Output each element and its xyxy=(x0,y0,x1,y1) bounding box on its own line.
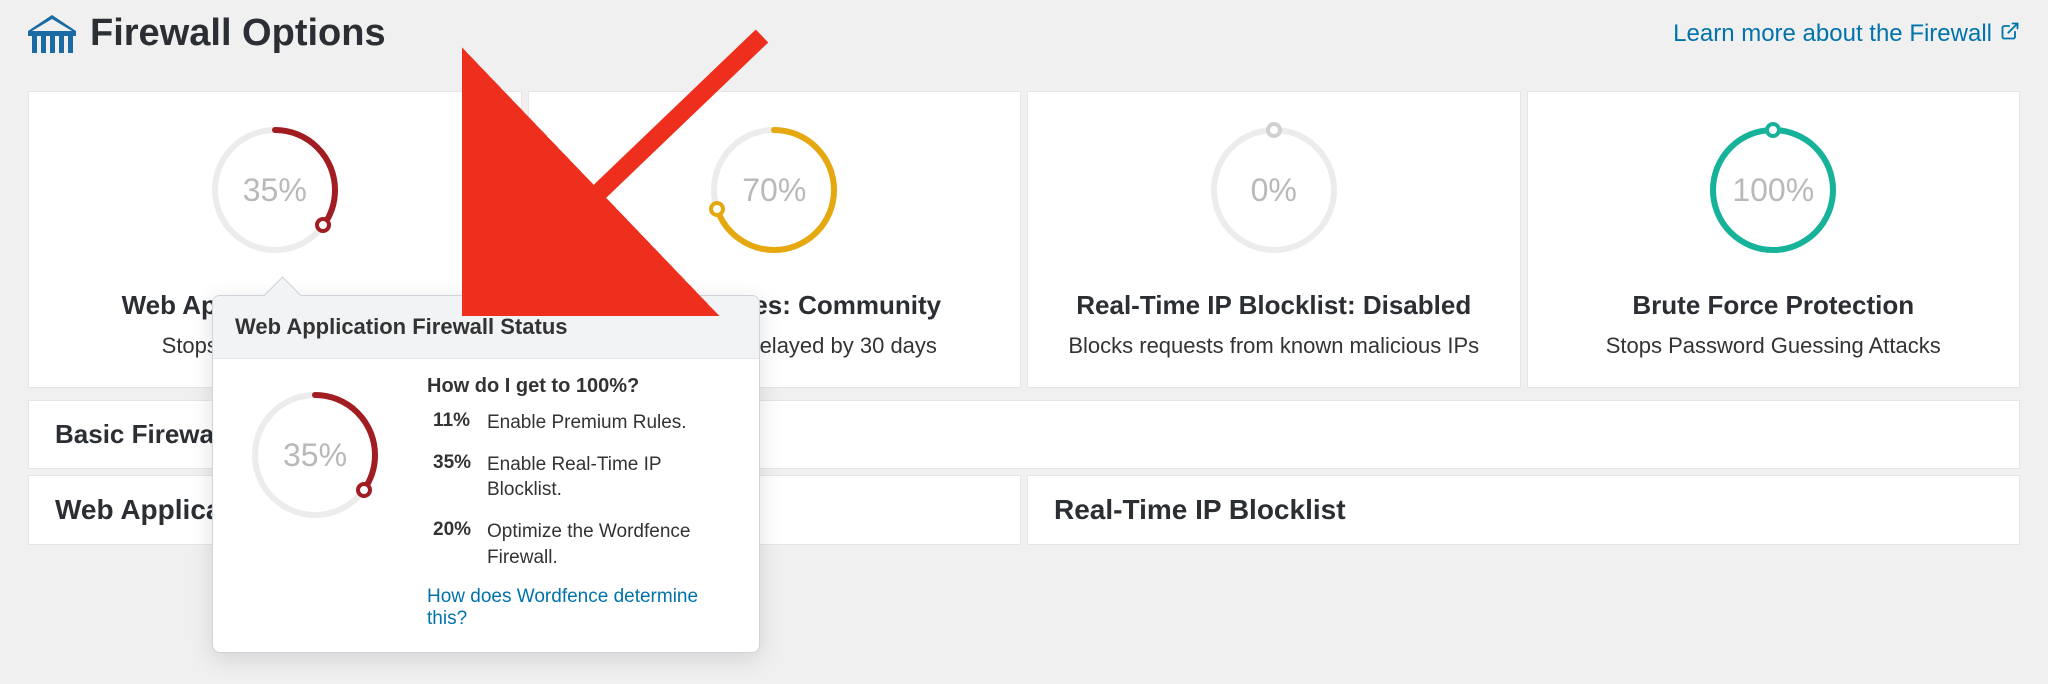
popover-help-link[interactable]: How does Wordfence determine this? xyxy=(427,586,737,630)
card-bf-title: Brute Force Protection xyxy=(1548,290,2000,321)
page-header: Firewall Options Learn more about the Fi… xyxy=(28,0,2020,55)
external-link-icon xyxy=(2000,20,2020,48)
card-ipbl[interactable]: 0% Real-Time IP Blocklist: Disabled Bloc… xyxy=(1027,91,1521,388)
page-title: Firewall Options xyxy=(90,12,386,55)
card-ipbl-title: Real-Time IP Blocklist: Disabled xyxy=(1048,290,1500,321)
popover-item-2-text: Optimize the Wordfence Firewall. xyxy=(487,519,737,580)
card-bf-sub: Stops Password Guessing Attacks xyxy=(1548,331,2000,361)
popover-item-0-pct: 11% xyxy=(427,410,487,446)
popover-item-1-text: Enable Real-Time IP Blocklist. xyxy=(487,452,737,513)
popover-item-2-pct: 20% xyxy=(427,519,487,580)
ring-popover: 35% xyxy=(235,375,395,535)
card-ipbl-sub: Blocks requests from known malicious IPs xyxy=(1048,331,1500,361)
popover-question: How do I get to 100%? xyxy=(427,375,737,398)
learn-more-link[interactable]: Learn more about the Firewall xyxy=(1673,20,2020,48)
section-rt-ipbl[interactable]: Real-Time IP Blocklist xyxy=(1027,475,2020,545)
firewall-logo-icon xyxy=(28,15,76,53)
popover-item-0-text: Enable Premium Rules. xyxy=(487,410,737,446)
waf-status-popover: Web Application Firewall Status 35% How … xyxy=(212,295,760,653)
ring-waf: 35% xyxy=(195,110,355,270)
learn-more-text: Learn more about the Firewall xyxy=(1673,20,1992,48)
card-bf[interactable]: 100% Brute Force Protection Stops Passwo… xyxy=(1527,91,2021,388)
ring-ipbl: 0% xyxy=(1194,110,1354,270)
popover-item-1-pct: 35% xyxy=(427,452,487,513)
ring-rules: 70% xyxy=(694,110,854,270)
popover-title: Web Application Firewall Status xyxy=(213,296,759,359)
ring-bf: 100% xyxy=(1693,110,1853,270)
